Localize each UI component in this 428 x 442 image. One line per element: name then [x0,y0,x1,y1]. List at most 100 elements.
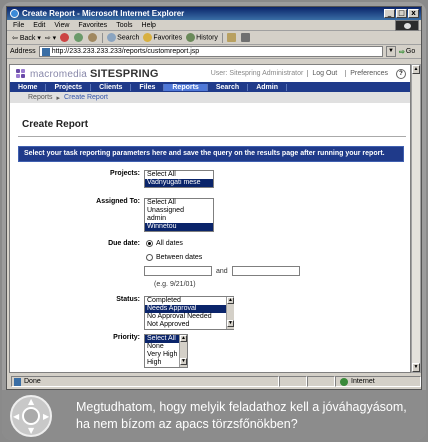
search-icon [107,33,117,42]
status-option[interactable]: No Approval Needed [145,313,233,321]
projects-option[interactable]: Select All [145,171,213,179]
nav-clients[interactable]: Clients [91,83,132,91]
nav-search[interactable]: Search [208,83,249,91]
nav-projects[interactable]: Projects [46,83,92,91]
favorites-button[interactable]: Favorites [143,33,182,42]
screenshot-frame: Create Report - Microsoft Internet Explo… [2,2,426,440]
history-button[interactable]: History [186,33,218,42]
status-select[interactable]: Completed Needs Approval No Approval Nee… [144,296,234,330]
assigned-option[interactable]: admin [145,215,213,223]
status-text: Done [11,376,279,387]
status-option[interactable]: Not Approved [145,321,233,329]
scroll-up-icon[interactable]: ▲ [180,335,187,342]
back-arrow-icon: ⇦ [12,34,20,42]
scroll-down-icon[interactable]: ▼ [227,320,234,327]
report-form: Projects: Select All Vadnyugati mese Ass… [10,162,410,368]
maximize-button[interactable]: □ [396,9,407,18]
scroll-down-icon[interactable]: ▼ [180,358,187,365]
status-option[interactable]: Needs Approval [145,305,233,313]
menu-tools[interactable]: Tools [116,22,132,29]
status-label: Status: [116,296,140,303]
stop-icon[interactable] [60,33,70,42]
breadcrumb-reports[interactable]: Reports [28,94,53,101]
preferences-link[interactable]: Preferences [345,70,392,77]
title-divider [18,136,406,137]
search-button[interactable]: Search [107,33,139,42]
window-title: Create Report - Microsoft Internet Explo… [22,9,185,18]
end-date-input[interactable] [232,266,300,276]
instructions-banner: Select your task reporting parameters he… [18,146,404,162]
main-nav: Home Projects Clients Files Reports Sear… [10,82,410,92]
caption-text: Megtudhatom, hogy melyik feladathoz kell… [76,400,407,431]
nav-home[interactable]: Home [10,83,47,91]
due-all-label: All dates [156,240,183,247]
minimize-button[interactable]: _ [384,9,395,18]
nav-files[interactable]: Files [131,83,165,91]
toolbar-separator [102,32,104,43]
address-url: http://233.233.233.233/reports/customrep… [51,48,200,55]
assigned-to-select[interactable]: Select All Unassigned admin Winnetou [144,198,214,232]
scroll-up-icon[interactable]: ▲ [227,297,234,304]
radio-checked-icon[interactable] [146,240,153,247]
projects-select[interactable]: Select All Vadnyugati mese [144,170,214,188]
page-done-icon [14,377,21,386]
assigned-option[interactable]: Winnetou [145,223,213,231]
priority-label: Priority: [113,334,140,341]
caption-bar: ▲ ▼ ◀ ▶ Megtudhatom, hogy melyik feladat… [2,390,426,440]
and-label: and [216,268,228,275]
menu-view[interactable]: View [54,22,69,29]
menu-file[interactable]: File [13,22,24,29]
status-scrollbar[interactable]: ▲ ▼ [226,297,234,329]
nav-admin[interactable]: Admin [248,83,287,91]
assigned-to-label: Assigned To: [96,198,140,205]
help-icon[interactable]: ? [396,68,406,79]
address-input[interactable]: http://233.233.233.233/reports/customrep… [38,46,383,57]
browser-window: Create Report - Microsoft Internet Explo… [6,6,422,390]
create-button[interactable]: Create [144,372,181,373]
nav-reports[interactable]: Reports [164,83,208,91]
toolbar-separator [221,32,223,43]
site-header: macromedia SITESPRING User: Sitespring A… [10,65,410,82]
user-info: User: Sitespring Administrator [210,70,304,77]
logout-link[interactable]: Log Out [307,70,341,77]
go-button[interactable]: ⇨ Go [399,48,421,56]
due-all-option[interactable]: All dates [146,240,183,247]
scroll-up-icon[interactable]: ▲ [412,65,420,74]
status-cell [307,376,335,387]
forward-button[interactable]: ⇨ ▾ [45,34,56,42]
address-dropdown-icon[interactable]: ▼ [386,46,396,57]
scroll-down-icon[interactable]: ▼ [412,363,420,372]
back-button[interactable]: ⇦ Back ▾ [12,34,41,42]
home-icon[interactable] [88,33,98,42]
start-date-input[interactable] [144,266,212,276]
breadcrumb-separator: ▸ [56,94,61,102]
page-scrollbar[interactable]: ▲ ▼ [411,64,421,373]
address-label: Address [10,48,36,55]
menu-help[interactable]: Help [142,22,156,29]
page-content: macromedia SITESPRING User: Sitespring A… [9,64,411,373]
page-icon [41,47,50,56]
address-bar: Address http://233.233.233.233/reports/c… [7,45,421,59]
radio-unchecked-icon[interactable] [146,254,153,261]
menu-favorites[interactable]: Favorites [78,22,107,29]
history-icon [186,33,196,42]
assigned-option[interactable]: Unassigned [145,207,213,215]
refresh-icon[interactable] [74,33,84,42]
breadcrumb-current: Create Report [64,94,108,101]
projects-option[interactable]: Vadnyugati mese [145,179,213,187]
go-arrow-icon: ⇨ [399,48,405,56]
mail-icon[interactable] [226,33,236,42]
title-bar: Create Report - Microsoft Internet Explo… [7,7,421,20]
due-between-option[interactable]: Between dates [146,254,202,261]
due-between-label: Between dates [156,254,203,261]
menu-edit[interactable]: Edit [33,22,45,29]
favorites-icon [143,33,153,42]
close-button[interactable]: x [408,9,419,18]
print-icon[interactable] [240,33,250,42]
date-format-hint: (e.g. 9/21/01) [154,281,196,288]
due-date-label: Due date: [108,240,140,247]
assigned-option[interactable]: Select All [145,199,213,207]
status-option[interactable]: Completed [145,297,233,305]
priority-scrollbar[interactable]: ▲ ▼ [179,335,187,367]
toolbar: ⇦ Back ▾ ⇨ ▾ Search Favorites History [7,31,421,45]
